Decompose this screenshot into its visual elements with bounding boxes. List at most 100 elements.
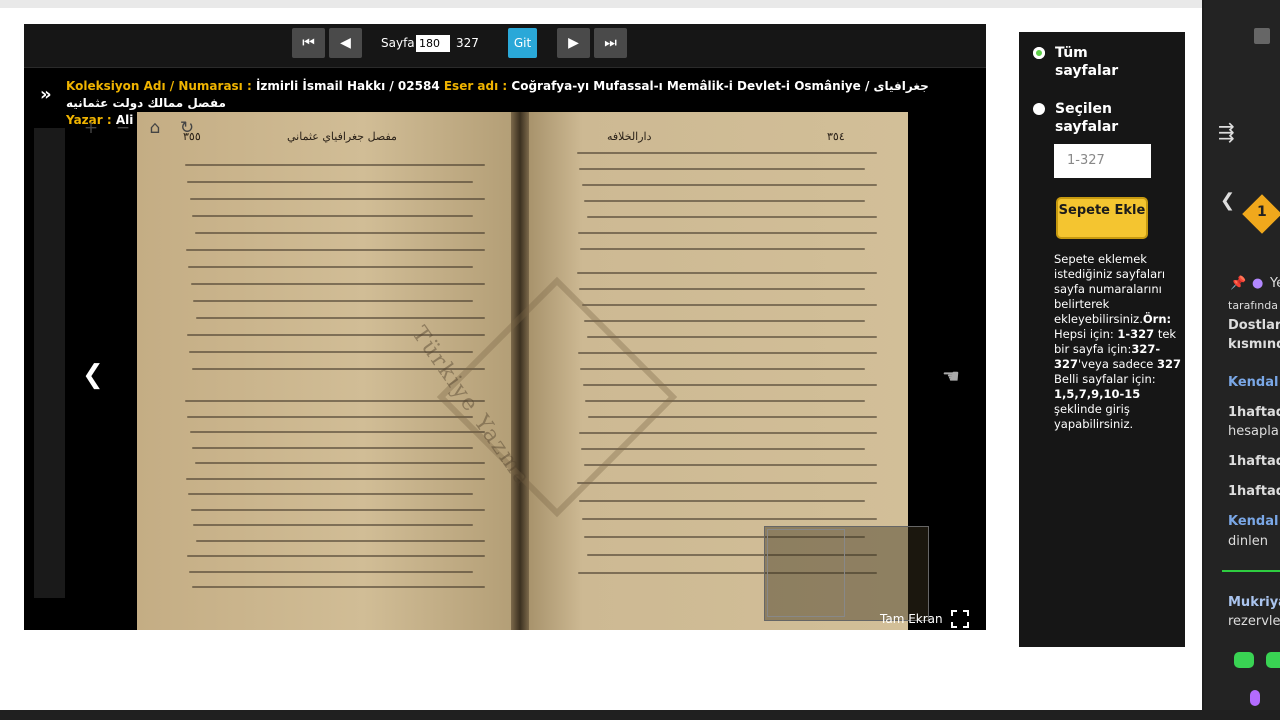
sticker-icon[interactable] xyxy=(1266,652,1280,668)
all-pages-label: Tüm sayfalar xyxy=(1055,45,1119,79)
manuscript-line xyxy=(193,524,473,526)
manuscript-line xyxy=(185,164,485,166)
zoom-in-icon[interactable]: + xyxy=(82,118,100,138)
manuscript-line xyxy=(188,493,473,495)
mic-icon: ● xyxy=(1252,276,1264,291)
collection-label: Koleksiyon Adı / Numarası : xyxy=(66,79,252,93)
last-page-button[interactable]: ⏭ xyxy=(594,28,627,58)
manuscript-line xyxy=(582,518,877,520)
previous-image-icon[interactable]: ❮ xyxy=(82,360,104,390)
taskbar xyxy=(0,710,1280,720)
back-chevron-icon[interactable]: ❮ xyxy=(1220,190,1235,211)
right-page-number: ٣٥٤ xyxy=(827,130,845,143)
page-range-input[interactable]: 1-327 xyxy=(1054,144,1151,178)
manuscript-line xyxy=(196,317,485,319)
chat-text-3: kısmında xyxy=(1228,337,1280,352)
manuscript-line xyxy=(187,334,485,336)
help-only-value: 327 xyxy=(1157,357,1182,371)
divider xyxy=(1222,570,1280,572)
manuscript-line xyxy=(191,283,485,285)
manuscript-line xyxy=(193,300,473,302)
chat-user-2: Kendal xyxy=(1228,514,1279,529)
chat-text-4: 1haftad xyxy=(1228,405,1280,420)
manuscript-line xyxy=(187,181,473,183)
fullscreen-icon xyxy=(950,610,969,628)
window-icon[interactable] xyxy=(1254,28,1270,44)
manuscript-line xyxy=(188,266,473,268)
home-icon[interactable]: ⌂ xyxy=(146,118,164,138)
chat-user-1: Kendal xyxy=(1228,375,1279,390)
side-app-panel: ⇶ ❮ 1 📌 ● Ye tarafında Dostlar kısmında … xyxy=(1204,0,1280,720)
radio-unselected-icon[interactable] xyxy=(1033,103,1045,115)
selected-pages-option[interactable]: Seçilen sayfalar xyxy=(1033,100,1145,136)
expand-sidebar-icon[interactable]: » xyxy=(40,84,52,105)
chat-user-3: Mukriya xyxy=(1228,595,1280,610)
skip-start-icon: ⏮ xyxy=(302,35,315,51)
previous-page-button[interactable]: ◀ xyxy=(329,28,362,58)
selected-pages-label: Seçilen sayfalar xyxy=(1055,101,1119,135)
play-left-icon: ◀ xyxy=(340,35,351,51)
manuscript-line xyxy=(192,215,473,217)
menu-icon[interactable]: ⇶ xyxy=(1218,120,1235,144)
main-page: ⏮ ◀ Sayfa 180 327 Git ▶ ⏭ » Koleksiyon A… xyxy=(0,0,1202,710)
manuscript-line xyxy=(196,539,485,542)
navigator-minimap[interactable] xyxy=(764,526,929,621)
manuscript-line xyxy=(579,500,865,502)
manuscript-line xyxy=(186,477,485,480)
zoom-out-icon[interactable]: − xyxy=(114,118,132,138)
chat-user-short: Ye xyxy=(1270,276,1280,291)
chat-text-9: rezervle xyxy=(1228,614,1280,629)
document-viewer: ⏮ ◀ Sayfa 180 327 Git ▶ ⏭ » Koleksiyon A… xyxy=(24,24,986,630)
microphone-icon[interactable] xyxy=(1250,690,1260,706)
manuscript-line xyxy=(582,184,877,186)
manuscript-line xyxy=(584,200,865,202)
add-to-cart-button[interactable]: Sepete Ekle xyxy=(1058,199,1146,237)
manuscript-line xyxy=(580,248,865,250)
chat-text-8: dinlen xyxy=(1228,534,1268,549)
manuscript-line xyxy=(577,272,877,274)
manuscript-line xyxy=(191,508,485,511)
manuscript-line xyxy=(189,570,473,573)
thumbnail-strip xyxy=(34,128,65,598)
fullscreen-button[interactable]: Tam Ekran xyxy=(880,610,969,628)
skip-end-icon: ⏭ xyxy=(604,35,617,51)
help-example: Örn: xyxy=(1142,312,1172,326)
collection-value: İzmirli İsmail Hakkı / 02584 xyxy=(255,79,440,93)
first-page-button[interactable]: ⏮ xyxy=(292,28,325,58)
help-certain: Belli sayfalar için: xyxy=(1054,372,1156,386)
manuscript-line xyxy=(186,249,485,251)
chat-text-2: Dostlar xyxy=(1228,318,1280,333)
minimap-viewport[interactable] xyxy=(767,529,845,617)
page-selection-panel: Tüm sayfalar Seçilen sayfalar 1-327 Sepe… xyxy=(1019,32,1185,647)
page-label: Sayfa xyxy=(381,36,415,50)
manuscript-line xyxy=(192,586,485,588)
manuscript-line xyxy=(579,168,865,170)
radio-selected-icon[interactable] xyxy=(1033,47,1045,59)
viewer-toolbar: ⏮ ◀ Sayfa 180 327 Git ▶ ⏭ xyxy=(24,24,986,68)
all-pages-option[interactable]: Tüm sayfalar xyxy=(1033,44,1145,80)
rotate-icon[interactable]: ↻ xyxy=(178,118,196,138)
manuscript-line xyxy=(587,216,877,218)
manuscript-line xyxy=(195,232,485,234)
page-total: 327 xyxy=(456,36,479,50)
manuscript-line xyxy=(577,152,877,154)
next-page-button[interactable]: ▶ xyxy=(557,28,590,58)
page-number-input[interactable]: 180 xyxy=(416,35,450,52)
go-button[interactable]: Git xyxy=(508,28,537,58)
help-all-prefix: Hepsi için: xyxy=(1054,327,1118,341)
chat-text-6: 1haftad xyxy=(1228,454,1280,469)
help-all-value: 1-327 xyxy=(1117,327,1155,341)
manuscript-line xyxy=(578,232,877,234)
fullscreen-label: Tam Ekran xyxy=(880,612,943,626)
manuscript-line xyxy=(579,288,865,290)
emoji-icon[interactable] xyxy=(1234,652,1254,668)
play-right-icon: ▶ xyxy=(568,35,579,51)
pin-icon: 📌 xyxy=(1230,276,1247,291)
manuscript-line xyxy=(195,462,485,464)
manuscript-line xyxy=(584,464,877,466)
manuscript-line xyxy=(192,446,473,449)
chat-text-1: tarafında xyxy=(1228,299,1278,312)
manuscript-line xyxy=(584,320,865,322)
cursor-hand-icon: ☚ xyxy=(942,364,960,388)
zoom-controls: + − ⌂ ↻ xyxy=(82,118,196,138)
